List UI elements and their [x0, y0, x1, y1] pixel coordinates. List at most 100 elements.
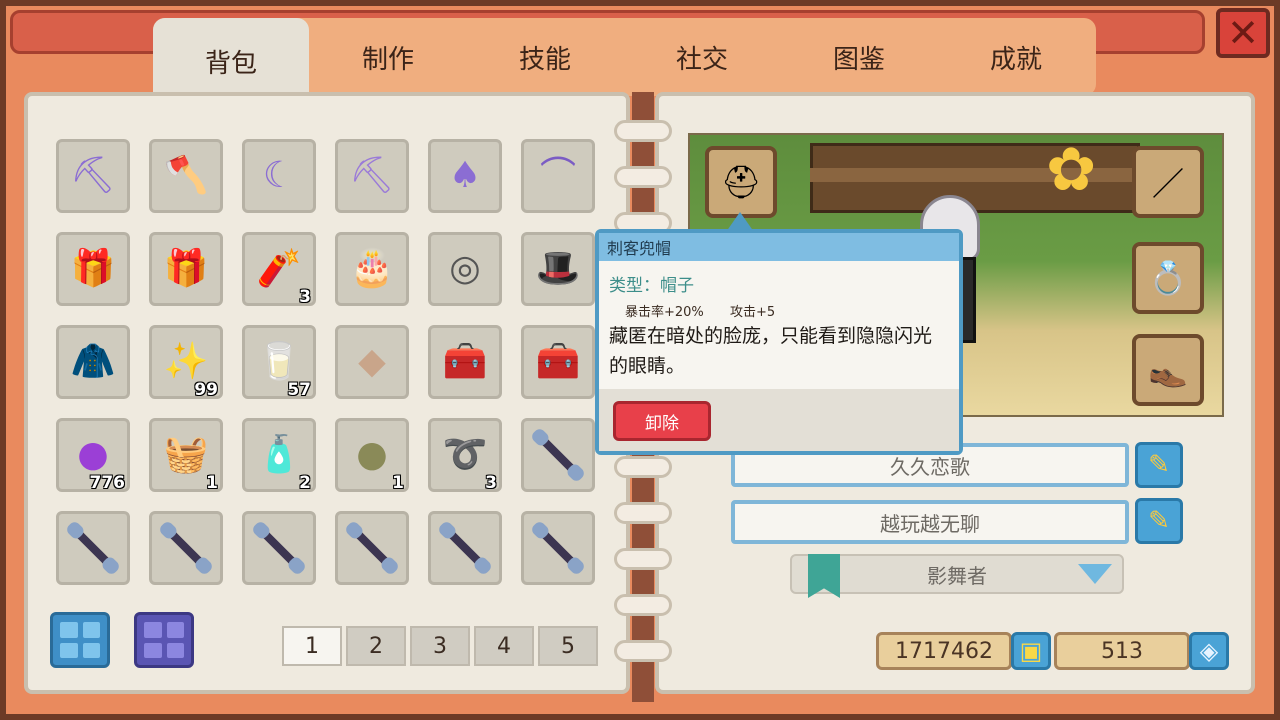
- sparkle-seeds-icon: ✨: [163, 341, 209, 382]
- tab-crafting[interactable]: 制作: [310, 18, 466, 96]
- inventory-slot[interactable]: 🧰: [521, 325, 595, 399]
- inventory-slot[interactable]: [428, 511, 502, 585]
- equipped-shoes-slot[interactable]: 👞: [1132, 334, 1204, 406]
- sun-flower-icon: ✿: [1046, 135, 1097, 205]
- tab-collection[interactable]: 图鉴: [781, 18, 937, 96]
- inventory-slot[interactable]: ⛏: [335, 139, 409, 213]
- inventory-slot[interactable]: ☾: [242, 139, 316, 213]
- inventory-slot[interactable]: [335, 511, 409, 585]
- gem-icon[interactable]: ◈: [1189, 632, 1229, 670]
- inventory-slot[interactable]: 🪓: [149, 139, 223, 213]
- chevron-down-icon: [1078, 564, 1112, 584]
- inventory-slot[interactable]: [149, 511, 223, 585]
- blue-gift-box-icon: 🎁: [163, 248, 209, 289]
- title-value: 影舞者: [927, 563, 987, 588]
- tooltip-item-type: 类型：帽子: [609, 276, 694, 296]
- inventory-slot[interactable]: 🧺 1: [149, 418, 223, 493]
- inventory-slot[interactable]: [242, 511, 316, 585]
- tooltip-item-name: 刺客兜帽: [599, 233, 959, 261]
- tab-achievements[interactable]: 成就: [938, 18, 1094, 96]
- item-quantity: 1: [206, 473, 218, 493]
- inventory-slot[interactable]: 🎁: [149, 232, 223, 306]
- inventory-slot[interactable]: [56, 511, 130, 585]
- inventory-slot[interactable]: 🥛 57: [242, 325, 316, 400]
- inventory-slot[interactable]: 🎁: [56, 232, 130, 306]
- inventory-slot[interactable]: 🧴 2: [242, 418, 316, 493]
- page-button-5[interactable]: 5: [538, 626, 598, 666]
- inventory-slot[interactable]: 🎂: [335, 232, 409, 306]
- inventory-slot[interactable]: ● 1: [335, 418, 409, 493]
- inventory-slot[interactable]: ⛏: [56, 139, 130, 213]
- inventory-slot[interactable]: ◎: [428, 232, 502, 306]
- pickaxe-icon: ⛏: [70, 155, 116, 196]
- page-button-3[interactable]: 3: [410, 626, 470, 666]
- inventory-slot[interactable]: ♠: [428, 139, 502, 213]
- binder-ring: [614, 502, 672, 524]
- wand-icon: [348, 524, 396, 572]
- alt-grid-view-button[interactable]: [134, 612, 194, 668]
- item-quantity: 3: [485, 473, 497, 493]
- binder-ring: [614, 594, 672, 616]
- inventory-slot[interactable]: 🎩: [521, 232, 595, 306]
- hood-icon: ⛑: [720, 163, 762, 201]
- shovel-icon: ♠: [448, 155, 482, 196]
- treasure-chest-icon: 🧰: [442, 341, 488, 382]
- tab-social[interactable]: 社交: [624, 18, 780, 96]
- hoe-icon: ⛏: [349, 155, 395, 196]
- wand-icon: [441, 524, 489, 572]
- unequip-button[interactable]: 卸除: [613, 401, 711, 441]
- equipped-ring-slot[interactable]: 💍: [1132, 242, 1204, 314]
- treasure-chest-icon: 🧰: [535, 341, 581, 382]
- pencil-icon: ✎: [1148, 450, 1170, 480]
- dark-coat-icon: 🧥: [70, 341, 116, 382]
- top-hat-icon: 🎩: [535, 248, 581, 289]
- close-button[interactable]: ✕: [1216, 8, 1270, 58]
- binder-ring: [614, 166, 672, 188]
- inventory-slot[interactable]: ◆: [335, 325, 409, 399]
- wand-icon: [534, 431, 582, 479]
- item-quantity: 57: [287, 380, 311, 400]
- tab-bar: 背包 制作 技能 社交 图鉴 成就: [153, 18, 1096, 104]
- gold-coin-icon[interactable]: ▣: [1011, 632, 1051, 670]
- inventory-slot[interactable]: 🧨 3: [242, 232, 316, 307]
- wand-icon: [255, 524, 303, 572]
- inventory-slot[interactable]: 🧰: [428, 325, 502, 399]
- ring-icon: 💍: [1148, 259, 1188, 297]
- wand-icon: [534, 524, 582, 572]
- crystal-shards-icon: ◆: [358, 341, 386, 382]
- heart-cake-icon: 🎂: [349, 248, 395, 289]
- binder-ring: [614, 456, 672, 478]
- tooltip-stat: 攻击+5: [729, 305, 776, 320]
- blue-gift-box-icon: 🎁: [70, 248, 116, 289]
- pencil-icon: ✎: [1148, 506, 1170, 536]
- grid-view-button[interactable]: [50, 612, 110, 668]
- title-select[interactable]: 影舞者: [790, 554, 1124, 598]
- equipped-hat-slot[interactable]: ⛑: [705, 146, 777, 218]
- tab-skills[interactable]: 技能: [467, 18, 623, 96]
- edit-farm-button[interactable]: ✎: [1135, 498, 1183, 544]
- page-button-1[interactable]: 1: [282, 626, 342, 666]
- item-quantity: 3: [299, 287, 311, 307]
- farm-name-field[interactable]: 越玩越无聊: [731, 500, 1129, 544]
- edit-name-button[interactable]: ✎: [1135, 442, 1183, 488]
- page-button-4[interactable]: 4: [474, 626, 534, 666]
- binder-ring: [614, 548, 672, 570]
- equipped-weapon-slot[interactable]: ／: [1132, 146, 1204, 218]
- gem-amount: 513: [1054, 632, 1190, 670]
- inventory-slot[interactable]: [521, 511, 595, 585]
- inventory-slot[interactable]: ● 776: [56, 418, 130, 493]
- inventory-slot[interactable]: 🧥: [56, 325, 130, 399]
- axe-icon: 🪓: [163, 155, 209, 196]
- tooltip-stat: 暴击率+20%: [625, 305, 704, 320]
- shoes-icon: 👞: [1148, 351, 1188, 389]
- inventory-slot[interactable]: ✨ 99: [149, 325, 223, 400]
- page-button-2[interactable]: 2: [346, 626, 406, 666]
- gold-amount: 1717462: [876, 632, 1012, 670]
- purple-orb-icon: ●: [77, 434, 109, 475]
- sickle-icon: ☾: [262, 155, 296, 196]
- inventory-slot[interactable]: ⌒: [521, 139, 595, 213]
- potion-bottle-icon: 🧴: [256, 434, 302, 475]
- inventory-slot[interactable]: [521, 418, 595, 492]
- binder-ring: [614, 120, 672, 142]
- inventory-slot[interactable]: ➰ 3: [428, 418, 502, 493]
